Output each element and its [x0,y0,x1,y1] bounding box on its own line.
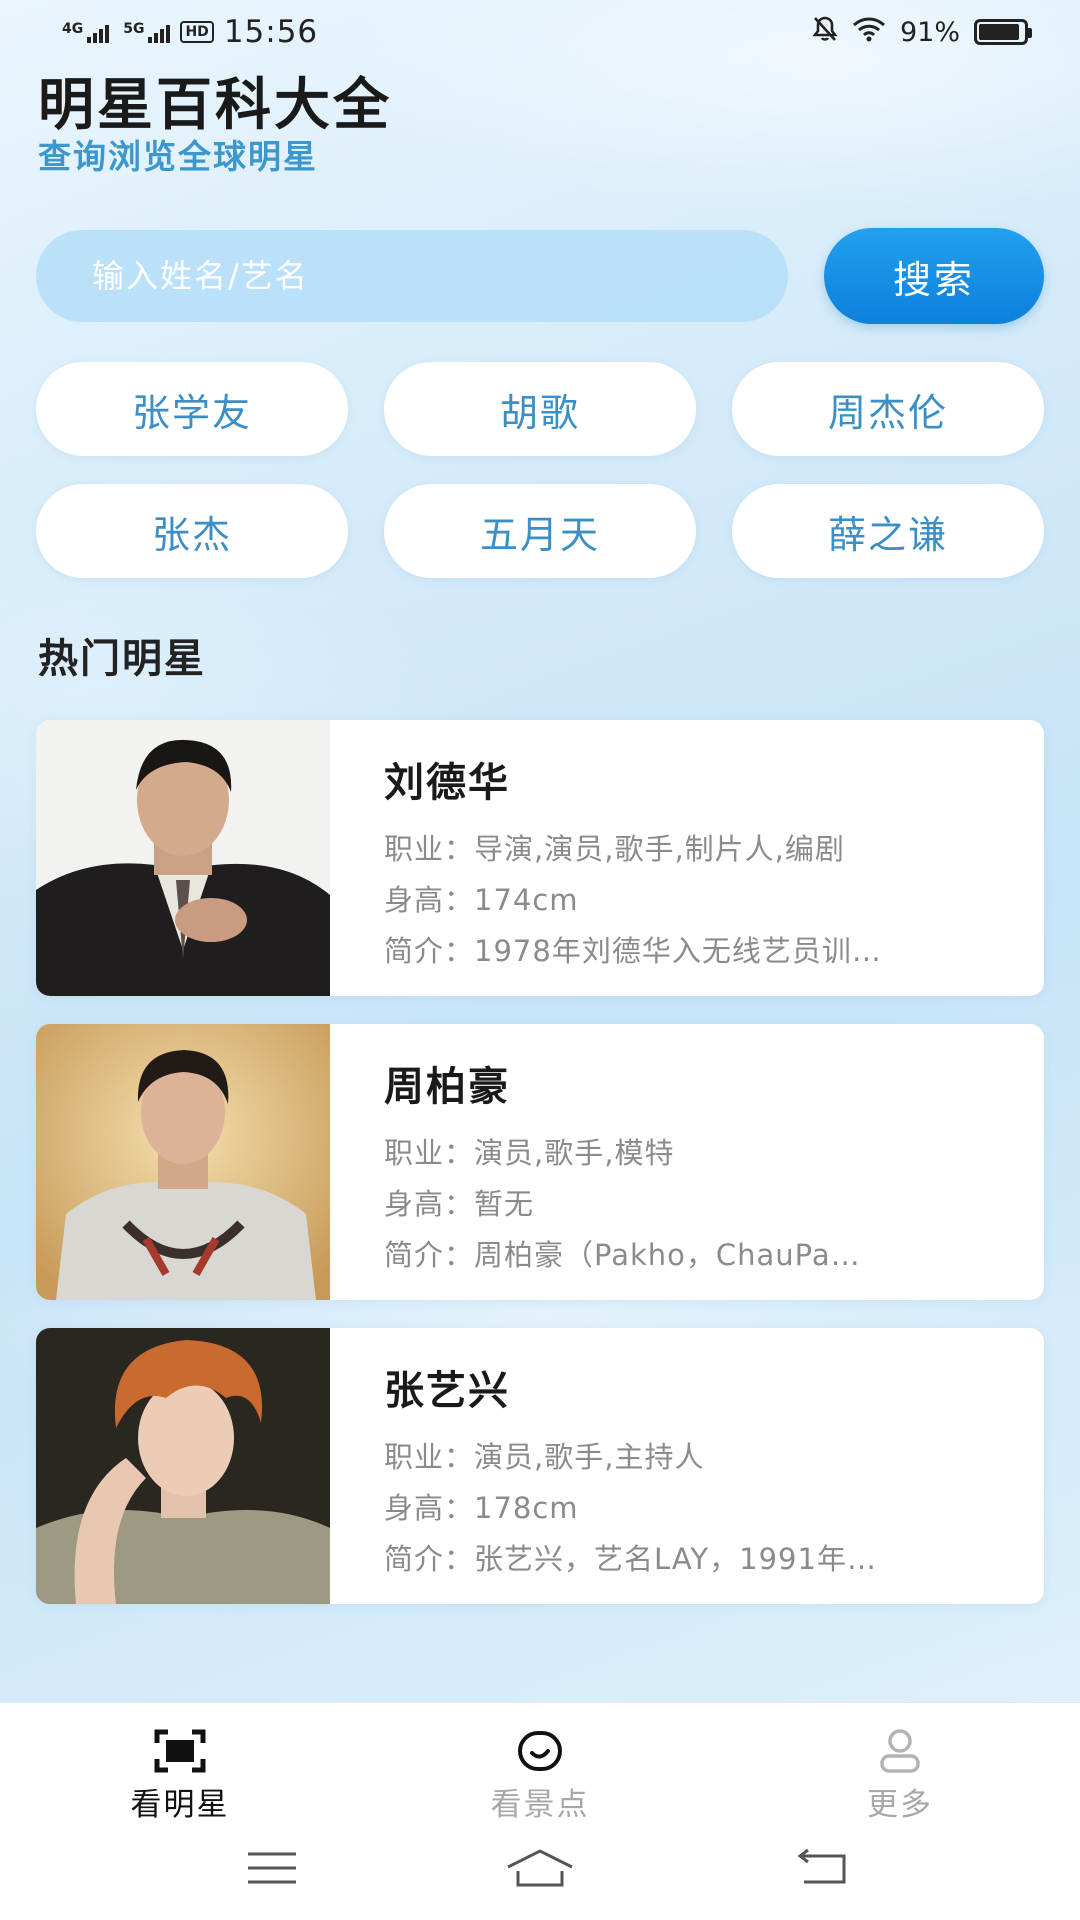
intro-label: 简介： [384,1542,475,1576]
height-label: 身高： [384,1187,475,1221]
wifi-icon [852,16,886,49]
star-intro: 简介：1978年刘德华入无线艺员训… [384,928,994,979]
star-name: 周柏豪 [384,1064,510,1110]
search-button[interactable]: 搜索 [824,228,1044,324]
system-nav [0,1840,1080,1900]
hot-tags: 张学友 胡歌 周杰伦 张杰 五月天 薛之谦 [36,362,1044,578]
hot-tag[interactable]: 张学友 [36,362,348,456]
star-card[interactable]: 周柏豪 职业：演员,歌手,模特 身高：暂无 简介：周柏豪（Pakho，ChauP… [36,1024,1044,1300]
hot-tag[interactable]: 张杰 [36,484,348,578]
star-intro: 简介：周柏豪（Pakho，ChauPa… [384,1232,994,1283]
menu-icon[interactable] [232,1840,312,1896]
nav-label: 更多 [867,1787,933,1823]
intro-label: 简介： [384,1238,475,1272]
hot-tag[interactable]: 胡歌 [384,362,696,456]
star-height: 身高：暂无 [384,1181,994,1232]
intro-value: 周柏豪（Pakho，ChauPa… [474,1238,861,1272]
hot-tag[interactable]: 周杰伦 [732,362,1044,456]
height-label: 身高： [384,883,475,917]
battery-fill [979,24,1020,40]
height-value: 178cm [474,1491,579,1525]
intro-value: 1978年刘德华入无线艺员训… [474,934,882,968]
user-icon [870,1725,930,1777]
nav-tab-stars[interactable]: 看明星 [80,1725,280,1824]
star-card[interactable]: 刘德华 职业：导演,演员,歌手,制片人,编剧 身高：174cm 简介：1978年… [36,720,1044,996]
star-job: 职业：演员,歌手,模特 [384,1130,994,1181]
signal-5g-icon: 5G [123,21,171,43]
star-name: 刘德华 [384,760,510,806]
battery-icon [974,19,1032,45]
star-height: 身高：174cm [384,877,994,928]
height-label: 身高： [384,1491,475,1525]
star-photo [36,720,330,996]
section-title: 热门明星 [38,636,206,682]
nav-tab-scenery[interactable]: 看景点 [440,1725,640,1824]
job-value: 导演,演员,歌手,制片人,编剧 [474,832,845,866]
star-intro: 简介：张艺兴，艺名LAY，1991年… [384,1536,994,1587]
intro-value: 张艺兴，艺名LAY，1991年… [474,1542,877,1576]
nav-label: 看景点 [490,1787,590,1823]
height-value: 暂无 [474,1187,535,1221]
scan-frame-icon [150,1725,210,1777]
star-photo [36,1328,330,1604]
star-card[interactable]: 张艺兴 职业：演员,歌手,主持人 身高：178cm 简介：张艺兴，艺名LAY，1… [36,1328,1044,1604]
battery-percent: 91% [899,16,960,48]
star-name: 张艺兴 [384,1368,510,1414]
mute-bell-icon [812,15,838,50]
smile-icon [510,1725,570,1777]
status-bar: 4G 5G HD 15:56 91% [0,0,1080,64]
job-label: 职业： [384,1440,475,1474]
star-photo [36,1024,330,1300]
star-list: 刘德华 职业：导演,演员,歌手,制片人,编剧 身高：174cm 简介：1978年… [36,720,1044,1632]
star-job: 职业：导演,演员,歌手,制片人,编剧 [384,826,994,877]
job-label: 职业： [384,832,475,866]
status-time: 15:56 [223,14,319,50]
hd-badge: HD [180,21,214,43]
height-value: 174cm [474,883,579,917]
intro-label: 简介： [384,934,475,968]
app-title: 明星百科大全 [38,73,392,138]
search-input[interactable] [36,230,788,322]
star-height: 身高：178cm [384,1485,994,1536]
signal-4g-icon: 4G [62,21,110,43]
job-label: 职业： [384,1136,475,1170]
app-subtitle: 查询浏览全球明星 [38,137,318,176]
hot-tag[interactable]: 薛之谦 [732,484,1044,578]
hot-tag[interactable]: 五月天 [384,484,696,578]
job-value: 演员,歌手,主持人 [474,1440,705,1474]
nav-tab-more[interactable]: 更多 [800,1725,1000,1824]
job-value: 演员,歌手,模特 [474,1136,675,1170]
back-icon[interactable] [782,1840,862,1896]
home-icon[interactable] [500,1840,580,1896]
nav-label: 看明星 [130,1787,230,1823]
star-job: 职业：演员,歌手,主持人 [384,1434,994,1485]
